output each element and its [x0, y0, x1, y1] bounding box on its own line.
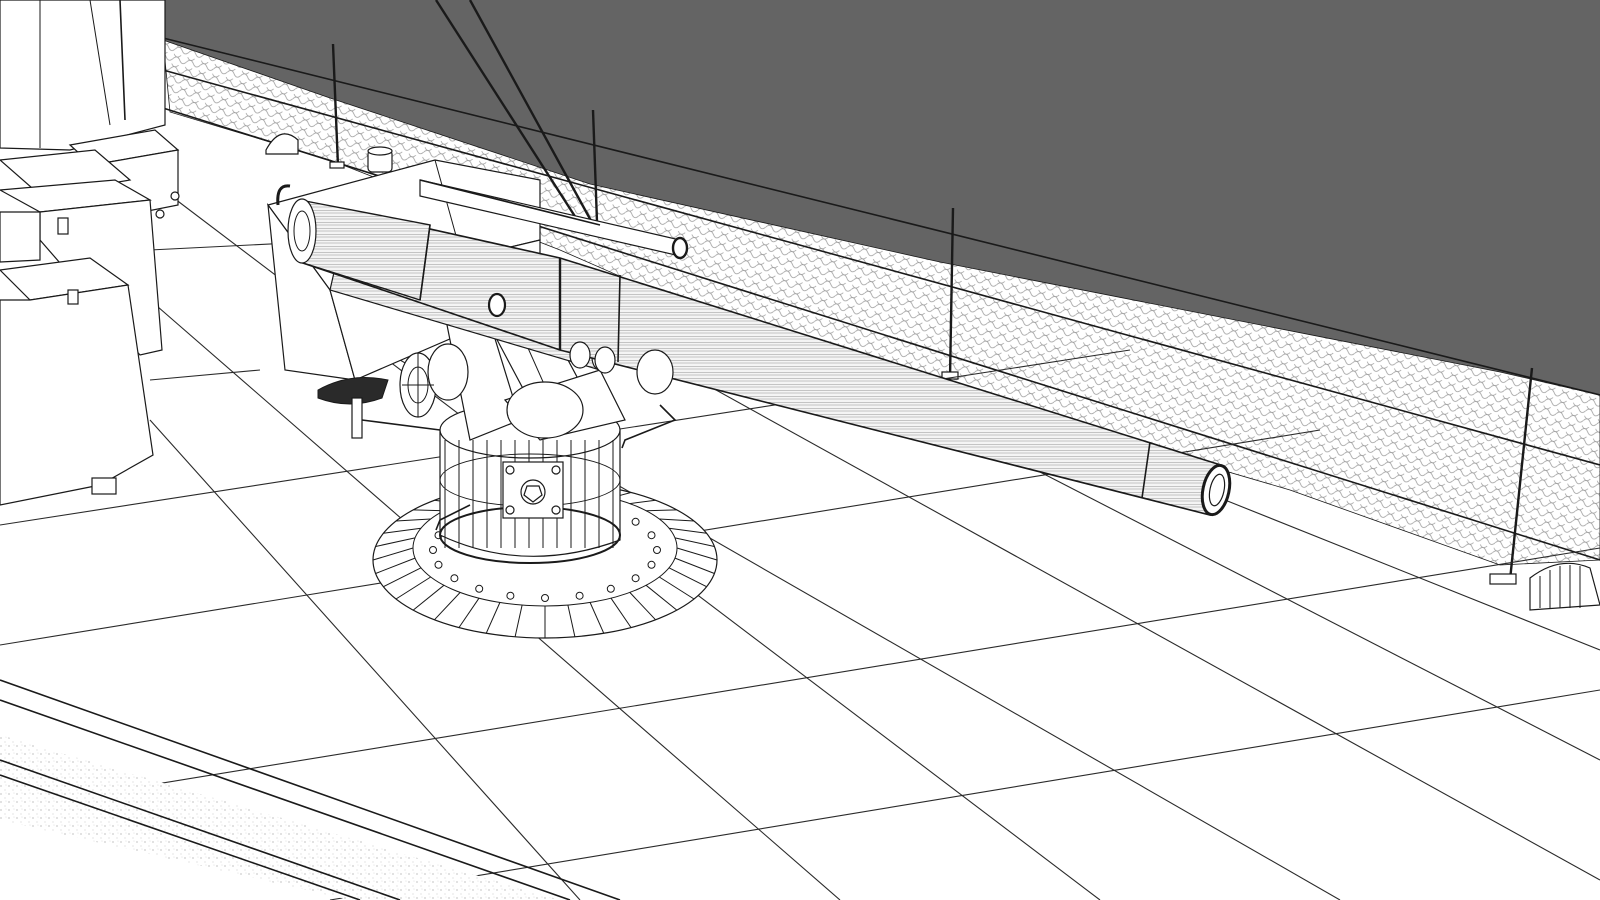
ring-bolt: [631, 574, 640, 583]
ring-bolt: [434, 560, 443, 569]
deck-strip: [0, 735, 560, 900]
ring-bolt: [429, 546, 437, 554]
ring-bolt: [647, 560, 656, 569]
ring-bolt: [631, 517, 640, 526]
ring-bolt: [575, 591, 584, 600]
ring-bolt: [606, 584, 615, 593]
ring-bolt: [475, 584, 484, 593]
left-superstructure: [0, 0, 180, 506]
ring-bolt: [541, 594, 549, 602]
ring-bolt: [653, 546, 661, 554]
ring-bolt: [647, 531, 656, 540]
ring-bolt: [450, 574, 459, 583]
wireframe-scene: [0, 0, 1600, 900]
ring-bolt: [506, 591, 515, 600]
